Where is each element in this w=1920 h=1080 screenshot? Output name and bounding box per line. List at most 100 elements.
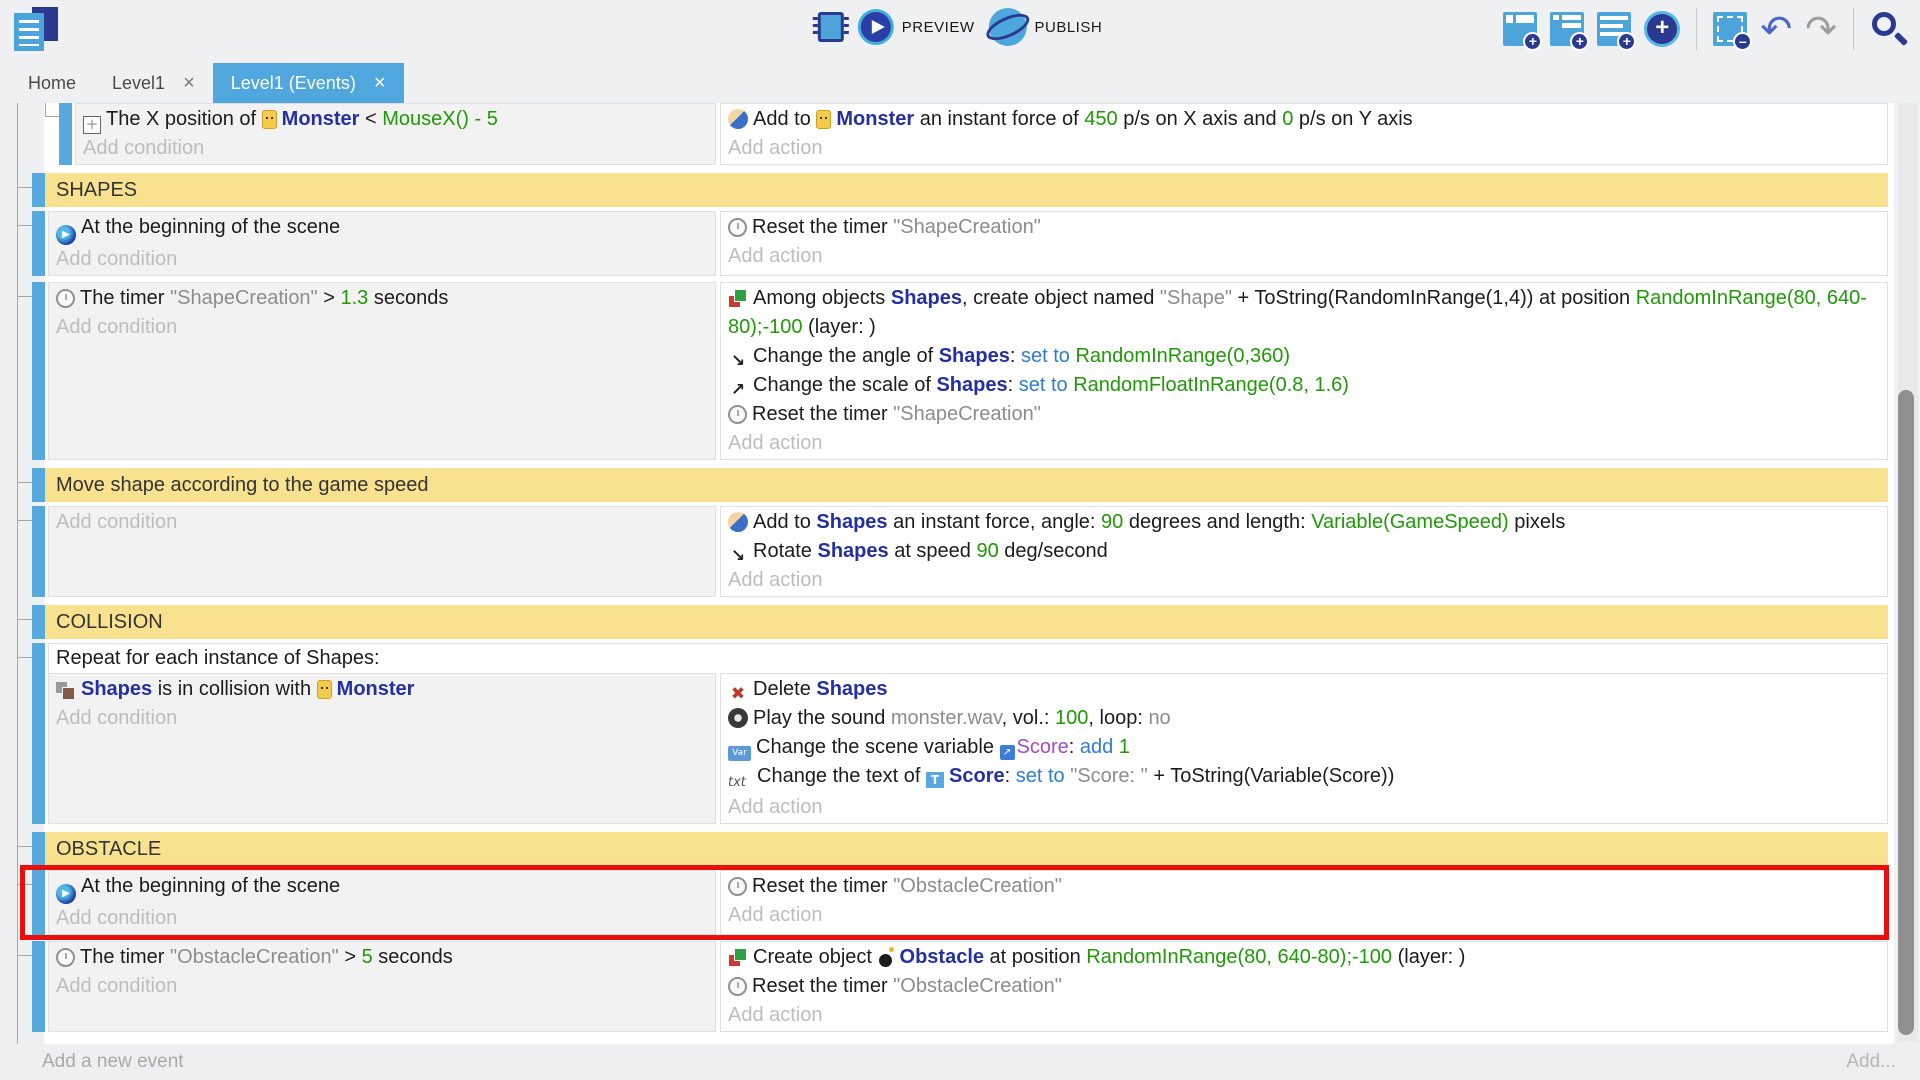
preview-label: PREVIEW [902, 19, 975, 36]
action-line: Change the text of Score: set to "Score:… [728, 762, 1879, 793]
tab-level1-events[interactable]: Level1 (Events) × [213, 63, 404, 103]
group-header[interactable]: OBSTACLE [44, 832, 1888, 866]
add-condition[interactable]: Add condition [56, 704, 707, 733]
add-action[interactable]: Add action [728, 134, 1879, 163]
event-row[interactable]: The X position of Monster < MouseX() - 5… [75, 103, 1888, 165]
text-run: Shapes [939, 345, 1010, 367]
text-run: Add to [753, 108, 816, 130]
group-header-label: COLLISION [56, 611, 163, 633]
top-toolbar: PREVIEW PUBLISH + + + + – ↶ ↷ [0, 0, 1920, 54]
add-action[interactable]: Add action [728, 1001, 1879, 1030]
text-run: an instant force of [914, 108, 1084, 130]
text-run: Monster [337, 678, 415, 700]
text-run: Rotate [753, 540, 817, 562]
actions-cell[interactable]: Among objects Shapes, create object name… [720, 282, 1888, 460]
tab-home[interactable]: Home [10, 63, 94, 103]
event-columns: At the beginning of the sceneAdd conditi… [48, 870, 1888, 935]
conditions-cell[interactable]: The timer "ObstacleCreation" > 5 seconds… [48, 941, 716, 1032]
scrollbar-thumb[interactable] [1898, 390, 1914, 1035]
conditions-cell[interactable]: At the beginning of the sceneAdd conditi… [48, 870, 716, 935]
text-run: (layer: ) [803, 316, 876, 338]
actions-cell[interactable]: Reset the timer "ShapeCreation"Add actio… [720, 211, 1888, 276]
conditions-cell[interactable]: The timer "ShapeCreation" > 1.3 secondsA… [48, 282, 716, 460]
text-run: Play the sound [753, 707, 891, 729]
text-run: set to [1019, 374, 1073, 396]
publish-button[interactable]: PUBLISH [988, 8, 1102, 46]
text-run: The timer [80, 946, 170, 968]
variable-icon [728, 746, 751, 761]
undo-icon[interactable]: ↶ [1760, 12, 1792, 46]
actions-cell[interactable]: Reset the timer "ObstacleCreation"Add ac… [720, 870, 1888, 935]
add-other-event-button[interactable]: + [1644, 11, 1680, 47]
event-bar [32, 506, 45, 597]
conditions-cell[interactable]: Add condition [48, 506, 716, 597]
tab-level1[interactable]: Level1 × [94, 63, 213, 103]
event-row[interactable]: Repeat for each instance of Shapes:Shape… [48, 643, 1888, 824]
actions-cell[interactable]: Add to Monster an instant force of 450 p… [720, 103, 1888, 165]
add-event-button[interactable]: + [1503, 12, 1537, 46]
add-action[interactable]: Add action [728, 901, 1879, 930]
actions-cell[interactable]: Delete ShapesPlay the sound monster.wav,… [720, 673, 1888, 824]
action-line: Create object Obstacle at position Rando… [728, 943, 1879, 972]
position-icon [83, 116, 101, 134]
add-condition[interactable]: Add condition [56, 245, 707, 274]
monster-icon [317, 680, 332, 699]
add-condition[interactable]: Add condition [56, 313, 707, 342]
group-header[interactable]: SHAPES [44, 173, 1888, 207]
text-run: Create object [753, 946, 878, 968]
actions-cell[interactable]: Create object Obstacle at position Rando… [720, 941, 1888, 1032]
group-header[interactable]: COLLISION [44, 605, 1888, 639]
add-more-button[interactable]: Add... [1846, 1051, 1896, 1073]
textobj-icon [926, 772, 944, 788]
timer-icon [56, 948, 75, 967]
close-icon[interactable]: × [183, 73, 195, 93]
delete-icon [728, 684, 748, 704]
event-row[interactable]: Add condition Add to Shapes an instant fo… [48, 506, 1888, 597]
action-line: Reset the timer "ShapeCreation" [728, 213, 1879, 242]
preview-button[interactable]: PREVIEW [858, 9, 975, 45]
app-logo-icon[interactable] [14, 7, 60, 51]
add-comment-button[interactable]: + [1597, 12, 1631, 46]
add-action[interactable]: Add action [728, 793, 1879, 822]
debugger-icon[interactable] [818, 12, 844, 42]
text-run: RandomFloatInRange(0.8, 1.6) [1073, 374, 1349, 396]
group-header-label: SHAPES [56, 179, 137, 201]
close-icon[interactable]: × [374, 73, 386, 93]
action-line: Reset the timer "ShapeCreation" [728, 400, 1879, 429]
add-subevent-button[interactable]: + [1550, 12, 1584, 46]
add-new-event-button[interactable]: Add a new event [42, 1051, 184, 1073]
conditions-cell[interactable]: The X position of Monster < MouseX() - 5… [75, 103, 716, 165]
force-icon [728, 109, 748, 129]
actions-cell[interactable]: Add to Shapes an instant force, angle: 9… [720, 506, 1888, 597]
timer-icon [728, 877, 747, 896]
redo-icon[interactable]: ↷ [1805, 12, 1837, 46]
text-run: no [1148, 707, 1170, 729]
scrollbar-track[interactable] [1898, 103, 1918, 1042]
event-row[interactable]: The timer "ShapeCreation" > 1.3 secondsA… [48, 282, 1888, 460]
add-action[interactable]: Add action [728, 429, 1879, 458]
conditions-cell[interactable]: At the beginning of the sceneAdd conditi… [48, 211, 716, 276]
add-action[interactable]: Add action [728, 242, 1879, 271]
shapes-icon [56, 679, 76, 699]
group-header[interactable]: Move shape according to the game speed [44, 468, 1888, 502]
play-icon [858, 9, 894, 45]
text-run: seconds [373, 946, 453, 968]
add-condition[interactable]: Add condition [56, 904, 707, 933]
condition-line: The X position of Monster < MouseX() - 5 [83, 105, 707, 134]
search-icon[interactable] [1870, 10, 1908, 48]
event-row[interactable]: At the beginning of the sceneAdd conditi… [48, 211, 1888, 276]
force-icon [728, 512, 748, 532]
event-columns: Add condition Add to Shapes an instant fo… [48, 506, 1888, 597]
add-action[interactable]: Add action [728, 566, 1879, 595]
event-row[interactable]: At the beginning of the sceneAdd conditi… [48, 870, 1888, 935]
event-row[interactable]: The timer "ObstacleCreation" > 5 seconds… [48, 941, 1888, 1032]
conditions-cell[interactable]: Shapes is in collision with MonsterAdd c… [48, 673, 716, 824]
footer-bar: Add a new event Add... [0, 1044, 1920, 1080]
text-run: Shapes [816, 678, 887, 700]
add-condition[interactable]: Add condition [83, 134, 707, 163]
remove-selection-button[interactable]: – [1713, 12, 1747, 46]
add-condition[interactable]: Add condition [56, 508, 707, 537]
add-condition[interactable]: Add condition [56, 972, 707, 1001]
text-run: Reset the timer [752, 216, 893, 238]
toolbar-divider [1853, 8, 1854, 50]
